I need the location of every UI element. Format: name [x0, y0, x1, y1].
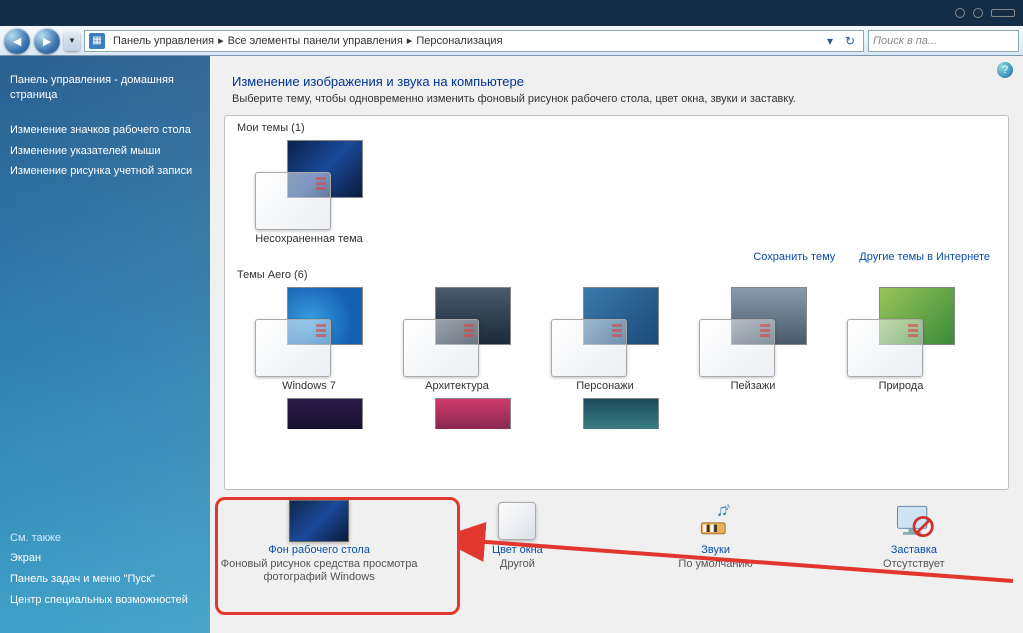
- theme-thumbnail: [847, 287, 955, 377]
- wallpaper-icon: [289, 500, 349, 542]
- theme-item[interactable]: Персонажи: [545, 287, 665, 392]
- search-input[interactable]: Поиск в па...: [868, 30, 1019, 52]
- address-bar[interactable]: ▦ Панель управления▸ Все элементы панели…: [84, 30, 864, 52]
- theme-name: Несохраненная тема: [255, 233, 363, 245]
- qs-color-sub: Другой: [500, 558, 535, 571]
- theme-item[interactable]: Природа: [841, 287, 961, 392]
- theme-thumbnail: [403, 398, 511, 429]
- theme-thumbnail: [255, 398, 363, 429]
- screensaver-icon: [884, 500, 944, 542]
- qs-sounds[interactable]: ♫♪ Звуки По умолчанию: [617, 500, 815, 571]
- quick-settings-strip: Фон рабочего стола Фоновый рисунок средс…: [210, 490, 1023, 600]
- qs-bg-title: Фон рабочего стола: [268, 544, 370, 556]
- group-label-my-themes: Мои темы (1): [225, 116, 1008, 136]
- qs-sounds-sub: По умолчанию: [678, 558, 752, 571]
- chevron-down-icon[interactable]: ▾: [821, 32, 839, 50]
- minimize-icon[interactable]: [955, 8, 965, 18]
- nav-back-button[interactable]: ◄: [4, 28, 30, 54]
- qs-desktop-background[interactable]: Фон рабочего стола Фоновый рисунок средс…: [220, 500, 418, 584]
- content-pane: ? Изменение изображения и звука на компь…: [210, 56, 1023, 633]
- theme-name: Персонажи: [576, 380, 634, 392]
- theme-name: Архитектура: [425, 380, 489, 392]
- theme-thumbnail: [699, 287, 807, 377]
- explorer-navbar: ◄ ► ▼ ▦ Панель управления▸ Все элементы …: [0, 26, 1023, 56]
- theme-name: Природа: [879, 380, 924, 392]
- qs-saver-title: Заставка: [891, 544, 937, 556]
- sidebar-link-desktop-icons[interactable]: Изменение значков рабочего стола: [10, 120, 200, 141]
- nav-forward-button[interactable]: ►: [34, 28, 60, 54]
- save-theme-link[interactable]: Сохранить тему: [753, 251, 835, 263]
- see-also-taskbar[interactable]: Панель задач и меню "Пуск": [10, 569, 200, 590]
- window-titlebar: [0, 0, 1023, 26]
- qs-saver-sub: Отсутствует: [883, 558, 945, 571]
- see-also-screen[interactable]: Экран: [10, 548, 200, 569]
- theme-item[interactable]: Архитектура: [397, 287, 517, 392]
- theme-thumbnail: [255, 140, 363, 230]
- theme-item-partial[interactable]: [397, 398, 517, 429]
- nav-history-dropdown[interactable]: ▼: [64, 31, 80, 51]
- color-swatch-icon: [498, 502, 536, 540]
- theme-name: Пейзажи: [731, 380, 776, 392]
- search-placeholder: Поиск в па...: [873, 35, 937, 47]
- themes-list: Мои темы (1) Несохраненная тема Сохранит…: [224, 115, 1009, 490]
- svg-text:♪: ♪: [725, 501, 731, 513]
- qs-window-color[interactable]: Цвет окна Другой: [418, 500, 616, 571]
- theme-thumbnail: [255, 287, 363, 377]
- theme-item-partial[interactable]: [249, 398, 369, 429]
- qs-screensaver[interactable]: Заставка Отсутствует: [815, 500, 1013, 571]
- more-themes-link[interactable]: Другие темы в Интернете: [859, 251, 990, 263]
- qs-sounds-title: Звуки: [701, 544, 730, 556]
- theme-item[interactable]: Несохраненная тема: [249, 140, 369, 245]
- theme-item-partial[interactable]: [545, 398, 665, 429]
- theme-thumbnail: [403, 287, 511, 377]
- breadcrumb[interactable]: Персонализация: [412, 35, 506, 47]
- theme-item[interactable]: Windows 7: [249, 287, 369, 392]
- qs-color-title: Цвет окна: [492, 544, 543, 556]
- breadcrumb[interactable]: Панель управления: [109, 35, 218, 47]
- theme-thumbnail: [551, 287, 659, 377]
- sidebar-link-pointers[interactable]: Изменение указателей мыши: [10, 141, 200, 162]
- help-icon[interactable]: ?: [997, 62, 1013, 78]
- breadcrumb[interactable]: Все элементы панели управления: [224, 35, 407, 47]
- qs-bg-sub: Фоновый рисунок средства просмотра фотог…: [220, 558, 418, 584]
- see-also-ease[interactable]: Центр специальных возможностей: [10, 590, 200, 611]
- refresh-icon[interactable]: ↻: [841, 32, 859, 50]
- sidebar: Панель управления - домашняя страница Из…: [0, 56, 210, 633]
- sidebar-link-home[interactable]: Панель управления - домашняя страница: [10, 70, 200, 106]
- sidebar-link-account-picture[interactable]: Изменение рисунка учетной записи: [10, 161, 200, 182]
- page-title: Изменение изображения и звука на компьют…: [210, 56, 1023, 93]
- theme-name: Windows 7: [282, 380, 336, 392]
- page-subtitle: Выберите тему, чтобы одновременно измени…: [210, 93, 1023, 115]
- theme-thumbnail: [551, 398, 659, 429]
- theme-item[interactable]: Пейзажи: [693, 287, 813, 392]
- close-icon[interactable]: [991, 9, 1015, 17]
- control-panel-icon: ▦: [89, 33, 105, 49]
- group-label-aero: Темы Aero (6): [225, 263, 1008, 283]
- sounds-icon: ♫♪: [686, 500, 746, 542]
- see-also-label: См. также: [10, 532, 200, 544]
- maximize-icon[interactable]: [973, 8, 983, 18]
